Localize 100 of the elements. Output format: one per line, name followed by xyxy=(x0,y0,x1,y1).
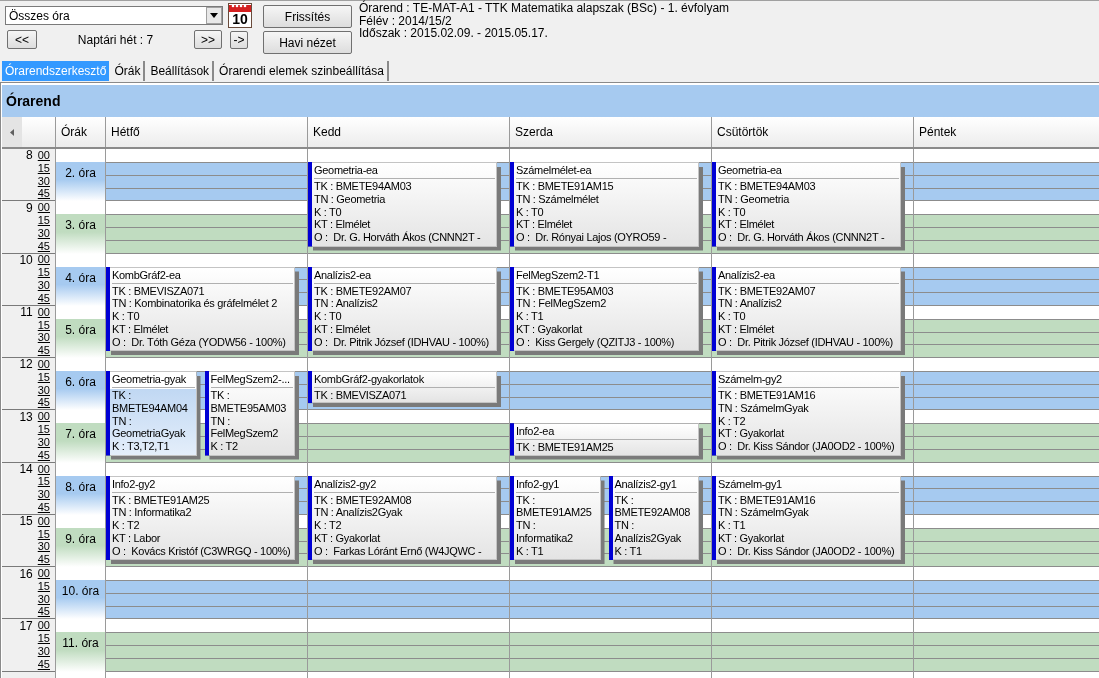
minute-label: 45 xyxy=(37,449,50,461)
event-card[interactable]: Számelm-gy1 TK : BMETE91AM16 TN : SzámelmGyak K : T1 KT : Gyakorlat O : Dr. Kiss Sándor (JA0OD2 - 100%) xyxy=(712,475,906,564)
event-detail: TK : BMETE91AM15 xyxy=(516,180,614,193)
event-detail: K : T1 xyxy=(516,310,544,323)
event-detail: K : T2 xyxy=(314,519,342,532)
event-title: FelMegSzem2-... xyxy=(210,373,290,387)
event-detail: TN : Analízis2 xyxy=(718,297,782,311)
event-card[interactable]: Geometria-gyak TK : BMETE94AM04 TN : GeometriaGyak K : T3,T2,T1 xyxy=(106,371,201,460)
event-detail: K : T0 xyxy=(718,310,746,323)
event-card[interactable]: KombGráf2-ea TK : BMEVISZA071 TN : Kombinatorika és gráfelmélet 2 K : T0 KT : Elmélet O : Dr. Tóth Géza (YODW56 - 100%) xyxy=(106,266,300,355)
event-detail: TK : BMETE91AM25 xyxy=(112,493,210,507)
event-card[interactable]: Analízis2-gy1 TK : BMETE92AM08 TN : Analízis2Gyak K : T1 xyxy=(608,475,704,564)
event-detail: K : T0 xyxy=(314,310,342,323)
event-card[interactable]: Analízis2-ea TK : BMETE92AM07 TN : Analízis2 K : T0 KT : Elmélet O : Dr. Pitrik József (IDHVAU - 100%) xyxy=(712,266,906,355)
event-detail: TK : BMETE94AM03 xyxy=(718,180,816,193)
event-card[interactable]: FelMegSzem2-... TK : BMETE95AM03 TN : FelMegSzem2 K : T2 xyxy=(204,371,300,460)
minute-label: 15 xyxy=(37,162,50,174)
minute-label: 15 xyxy=(37,424,50,436)
period-cell: 7. óra xyxy=(56,423,105,463)
event-detail: TN : FelMegSzem2 xyxy=(516,297,606,311)
event-detail: TN : Kombinatorika és gráfelmélet 2 xyxy=(112,297,277,311)
event-title: FelMegSzem2-T1 xyxy=(516,268,600,282)
event-detail: K : T0 xyxy=(112,310,140,323)
minute-label: 45 xyxy=(37,658,50,670)
event-detail: TK : BMETE91AM25 xyxy=(516,441,614,455)
event-card[interactable]: Számelmélet-ea TK : BMETE91AM15 TN : Számelmélet K : T0 KT : Elmélet O : Dr. Rónyai Lajos (OYRO59 - xyxy=(510,162,704,251)
filter-dropdown[interactable]: Összes óra xyxy=(5,6,223,25)
column-header: Péntek xyxy=(913,117,1099,147)
minute-label: 45 xyxy=(37,554,50,566)
minute-label: 45 xyxy=(37,240,50,252)
previous-week-button[interactable]: << xyxy=(7,30,37,49)
event-detail: KT : Gyakorlat xyxy=(314,531,380,545)
event-detail: O : Dr. Tóth Géza (YODW56 - 100%) xyxy=(112,335,286,349)
event-card[interactable]: Geometria-ea TK : BMETE94AM03 TN : Geometria K : T0 KT : Elmélet O : Dr. G. Horváth Ákos (CNNN2T - xyxy=(308,162,502,251)
minute-label: 15 xyxy=(37,319,50,331)
calendar-rings-icon xyxy=(229,4,251,12)
minute-label: 00 xyxy=(37,254,50,266)
minute-label: 45 xyxy=(37,292,50,304)
event-card[interactable]: Analízis2-ea TK : BMETE92AM07 TN : Analízis2 K : T0 KT : Elmélet O : Dr. Pitrik József (IDHVAU - 100%) xyxy=(308,266,502,355)
minute-label: 30 xyxy=(37,280,50,292)
scroll-left-button[interactable] xyxy=(2,117,22,147)
event-detail: KT : Gyakorlat xyxy=(516,322,582,336)
event-title: Geometria-gyak xyxy=(112,373,187,387)
event-detail: TN : GeometriaGyak xyxy=(112,414,187,441)
event-detail: TN : Analízis2Gyak xyxy=(614,519,682,545)
event-detail: TK : BMEVISZA071 xyxy=(314,389,407,402)
column-header: Órák xyxy=(55,117,105,147)
event-detail: KT : Elmélet xyxy=(718,322,775,336)
refresh-button[interactable]: Frissítés xyxy=(263,5,352,28)
event-detail: O : Farkas Lóránt Ernő (W4JQWC - xyxy=(314,544,482,558)
hour-label: 12 xyxy=(19,358,33,371)
event-title: Analízis2-gy2 xyxy=(314,477,377,491)
event-detail: K : T1 xyxy=(516,544,544,558)
panel-title: Órarend xyxy=(6,91,61,111)
event-detail: O : Dr. Kiss Sándor (JA0OD2 - 100%) xyxy=(718,544,895,558)
event-detail: K : T0 xyxy=(718,205,746,219)
event-card[interactable]: FelMegSzem2-T1 TK : BMETE95AM03 TN : FelMegSzem2 K : T1 KT : Gyakorlat O : Kiss Gergely (QZITJ3 - 100%) xyxy=(510,266,704,355)
period-cell: 4. óra xyxy=(56,266,105,306)
period-cell: 11. óra xyxy=(56,632,105,672)
event-detail: TN : FelMegSzem2 xyxy=(210,414,280,441)
event-detail: TN : SzámelmGyak xyxy=(718,506,809,520)
event-card[interactable]: Analízis2-gy2 TK : BMETE92AM08 TN : Analízis2Gyak K : T2 KT : Gyakorlat O : Farkas Lóránt Ernő (W4JQWC - xyxy=(308,475,502,564)
minute-label: 00 xyxy=(37,306,50,318)
period-cell: 2. óra xyxy=(56,162,105,202)
event-title: Geometria-ea xyxy=(718,164,782,178)
minute-label: 00 xyxy=(37,202,50,214)
hour-label: 11 xyxy=(20,306,33,319)
event-title: Info2-gy2 xyxy=(112,477,156,491)
month-view-button[interactable]: Havi nézet xyxy=(263,31,352,54)
event-card[interactable]: Info2-gy1 TK : BMETE91AM25 TN : Informatika2 K : T1 xyxy=(510,475,605,564)
tab[interactable]: Órarendi elemek szinbeállítása xyxy=(216,61,389,81)
minute-label: 45 xyxy=(37,345,50,357)
event-detail: K : T2 xyxy=(718,414,746,428)
go-button[interactable]: -> xyxy=(230,30,248,49)
event-card[interactable]: Info2-ea TK : BMETE91AM25 xyxy=(510,423,704,460)
event-detail: K : T2 xyxy=(112,519,140,532)
event-detail: TK : BMETE92AM07 xyxy=(314,284,412,298)
event-card[interactable]: Info2-gy2 TK : BMETE91AM25 TN : Informatika2 K : T2 KT : Labor O : Kovács Kristóf (C3WRGQ - 100%) xyxy=(106,475,300,564)
minute-label: 15 xyxy=(37,215,50,226)
event-detail: K : T1 xyxy=(614,544,642,558)
week-label: Naptári hét : 7 xyxy=(76,31,155,49)
event-title: Számelmélet-ea xyxy=(516,164,592,178)
calendar-button[interactable]: 10 xyxy=(228,3,252,28)
next-week-button[interactable]: >> xyxy=(194,30,222,49)
info-line: Órarend : TE-MAT-A1 - TTK Matematika alapszak (BSc) - 1. évfolyam xyxy=(359,2,730,15)
event-detail: TN : Geometria xyxy=(718,192,789,206)
event-detail: TK : BMEVISZA071 xyxy=(112,284,205,298)
event-detail: KT : Elmélet xyxy=(314,322,371,336)
event-detail: TK : BMETE94AM04 xyxy=(112,389,189,415)
event-detail: KT : Gyakorlat xyxy=(718,427,784,441)
hour-label: 14 xyxy=(19,463,33,475)
minute-label: 00 xyxy=(37,620,50,632)
minute-label: 15 xyxy=(37,528,50,540)
event-card[interactable]: Geometria-ea TK : BMETE94AM03 TN : Geometria K : T0 KT : Elmélet O : Dr. G. Horváth Ákos (CNNN2T - xyxy=(712,162,906,251)
event-detail: TK : BMETE91AM16 xyxy=(718,389,816,402)
event-card[interactable]: KombGráf2-gyakorlatok TK : BMEVISZA071 xyxy=(308,371,502,408)
hour-label: 8 xyxy=(26,149,33,162)
event-title: Analízis2-gy1 xyxy=(614,477,677,491)
minute-label: 30 xyxy=(37,489,50,501)
event-card[interactable]: Számelm-gy2 TK : BMETE91AM16 TN : SzámelmGyak K : T2 KT : Gyakorlat O : Dr. Kiss Sándor (JA0OD2 - 100%) xyxy=(712,371,906,460)
